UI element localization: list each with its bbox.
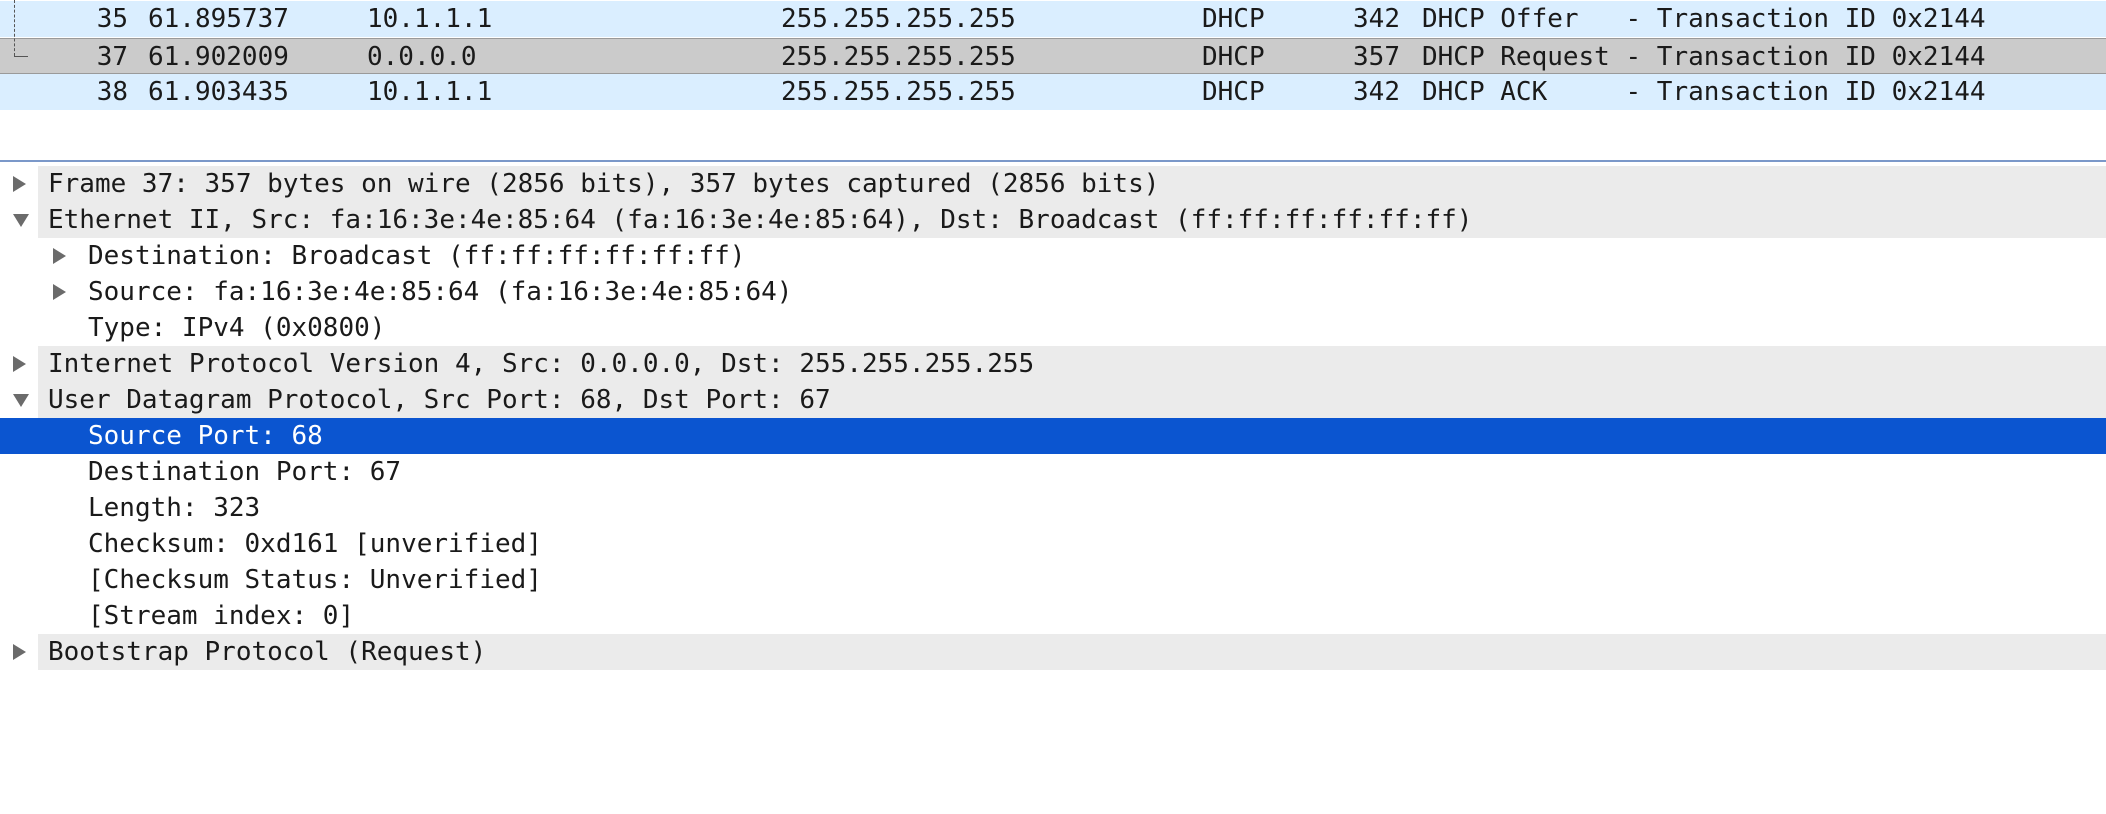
tree-item-label: Type: IPv4 (0x0800)	[88, 313, 386, 343]
tree-item-label: Internet Protocol Version 4, Src: 0.0.0.…	[48, 349, 1035, 379]
tree-item-eth-type[interactable]: Type: IPv4 (0x0800)	[0, 310, 2106, 346]
packet-destination: 255.255.255.255	[781, 77, 1016, 107]
pane-splitter[interactable]	[0, 160, 2106, 162]
packet-protocol: DHCP	[1202, 77, 1265, 107]
tree-item-label: [Checksum Status: Unverified]	[88, 565, 542, 595]
expand-arrow-icon[interactable]	[13, 356, 26, 372]
packet-length: 357	[1353, 42, 1400, 72]
packet-time: 61.895737	[148, 4, 289, 34]
tree-item-label: Bootstrap Protocol (Request)	[48, 637, 487, 667]
related-packet-line-icon	[14, 0, 15, 56]
packet-row-35[interactable]: 35 61.895737 10.1.1.1 255.255.255.255 DH…	[0, 1, 2106, 37]
tree-item-label: Checksum: 0xd161 [unverified]	[88, 529, 542, 559]
packet-number: 37	[96, 42, 128, 72]
packet-destination: 255.255.255.255	[781, 42, 1016, 72]
packet-info: DHCP Request - Transaction ID 0x2144	[1422, 42, 1986, 72]
packet-info: DHCP ACK - Transaction ID 0x2144	[1422, 77, 1986, 107]
tree-item-label: [Stream index: 0]	[88, 601, 355, 631]
packet-row-38[interactable]: 38 61.903435 10.1.1.1 255.255.255.255 DH…	[0, 74, 2106, 110]
packet-protocol: DHCP	[1202, 4, 1265, 34]
tree-item-udp-source-port[interactable]: Source Port: 68	[0, 418, 2106, 454]
tree-item-label: Length: 323	[88, 493, 261, 523]
tree-item-ipv4[interactable]: Internet Protocol Version 4, Src: 0.0.0.…	[0, 346, 2106, 382]
tree-item-label: Source Port: 68	[88, 421, 323, 451]
expand-arrow-icon[interactable]	[13, 176, 26, 192]
expand-arrow-icon[interactable]	[53, 284, 66, 300]
tree-item-frame[interactable]: Frame 37: 357 bytes on wire (2856 bits),…	[0, 166, 2106, 202]
tree-item-udp-checksum-status[interactable]: [Checksum Status: Unverified]	[0, 562, 2106, 598]
packet-source: 0.0.0.0	[367, 42, 477, 72]
tree-item-label: Source: fa:16:3e:4e:85:64 (fa:16:3e:4e:8…	[88, 277, 793, 307]
packet-row-37[interactable]: 37 61.902009 0.0.0.0 255.255.255.255 DHC…	[0, 38, 2106, 74]
collapse-arrow-icon[interactable]	[13, 394, 29, 407]
packet-destination: 255.255.255.255	[781, 4, 1016, 34]
tree-item-label: Destination: Broadcast (ff:ff:ff:ff:ff:f…	[88, 241, 746, 271]
tree-item-eth-destination[interactable]: Destination: Broadcast (ff:ff:ff:ff:ff:f…	[0, 238, 2106, 274]
packet-time: 61.903435	[148, 77, 289, 107]
tree-item-udp-destination-port[interactable]: Destination Port: 67	[0, 454, 2106, 490]
packet-length: 342	[1353, 4, 1400, 34]
collapse-arrow-icon[interactable]	[13, 214, 29, 227]
tree-item-label: User Datagram Protocol, Src Port: 68, Ds…	[48, 385, 831, 415]
expand-arrow-icon[interactable]	[13, 644, 26, 660]
tree-item-bootp[interactable]: Bootstrap Protocol (Request)	[0, 634, 2106, 670]
packet-number: 38	[96, 77, 128, 107]
tree-item-ethernet[interactable]: Ethernet II, Src: fa:16:3e:4e:85:64 (fa:…	[0, 202, 2106, 238]
related-packet-end-icon	[14, 56, 28, 57]
tree-item-udp-checksum[interactable]: Checksum: 0xd161 [unverified]	[0, 526, 2106, 562]
tree-item-eth-source[interactable]: Source: fa:16:3e:4e:85:64 (fa:16:3e:4e:8…	[0, 274, 2106, 310]
packet-details-tree: Frame 37: 357 bytes on wire (2856 bits),…	[0, 166, 2106, 670]
packet-source: 10.1.1.1	[367, 77, 493, 107]
tree-item-udp-stream-index[interactable]: [Stream index: 0]	[0, 598, 2106, 634]
packet-length: 342	[1353, 77, 1400, 107]
tree-item-label: Destination Port: 67	[88, 457, 402, 487]
packet-list: 35 61.895737 10.1.1.1 255.255.255.255 DH…	[0, 0, 2106, 112]
tree-item-udp[interactable]: User Datagram Protocol, Src Port: 68, Ds…	[0, 382, 2106, 418]
packet-info: DHCP Offer - Transaction ID 0x2144	[1422, 4, 1986, 34]
tree-item-label: Frame 37: 357 bytes on wire (2856 bits),…	[48, 169, 1160, 199]
packet-source: 10.1.1.1	[367, 4, 493, 34]
packet-number: 35	[96, 4, 128, 34]
packet-time: 61.902009	[148, 42, 289, 72]
tree-item-udp-length[interactable]: Length: 323	[0, 490, 2106, 526]
packet-protocol: DHCP	[1202, 42, 1265, 72]
expand-arrow-icon[interactable]	[53, 248, 66, 264]
tree-item-label: Ethernet II, Src: fa:16:3e:4e:85:64 (fa:…	[48, 205, 1473, 235]
